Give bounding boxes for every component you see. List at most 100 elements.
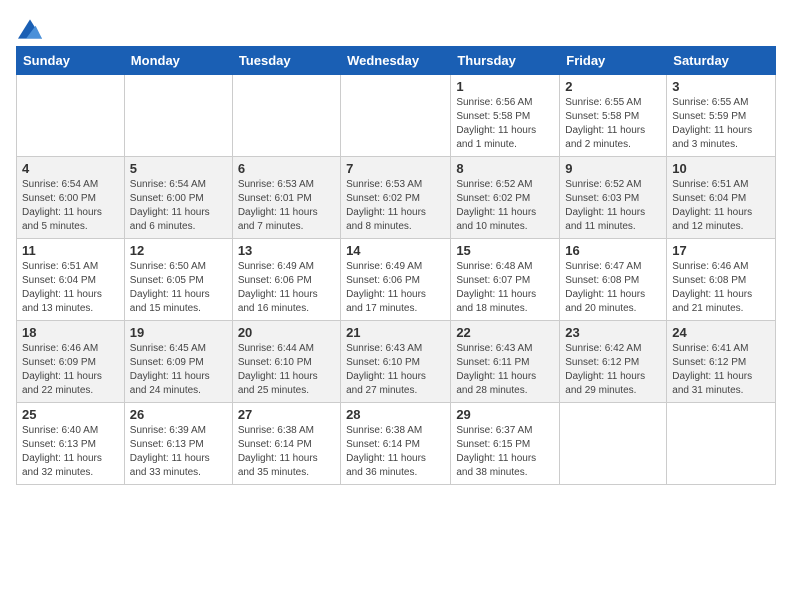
logo	[16, 16, 42, 36]
calendar-cell: 24 Sunrise: 6:41 AM Sunset: 6:12 PM Dayli…	[667, 321, 776, 403]
day-number: 25	[22, 407, 119, 422]
day-info: Sunrise: 6:42 AM Sunset: 6:12 PM Dayligh…	[565, 342, 661, 398]
day-info: Sunrise: 6:49 AM Sunset: 6:06 PM Dayligh…	[346, 260, 445, 316]
calendar-cell: 29Sunrise: 6:37 AM Sunset: 6:15 PM Dayli…	[451, 403, 560, 485]
calendar-cell: 17 Sunrise: 6:46 AM Sunset: 6:08 PM Dayli…	[667, 239, 776, 321]
day-number: 22	[456, 325, 554, 340]
calendar-cell: 15 Sunrise: 6:48 AM Sunset: 6:07 PM Dayli…	[451, 239, 560, 321]
day-number: 16	[565, 243, 661, 258]
calendar-cell: 18 Sunrise: 6:46 AM Sunset: 6:09 PM Dayli…	[17, 321, 125, 403]
day-header-thursday: Thursday	[451, 47, 560, 75]
day-info: Sunrise: 6:38 AM Sunset: 6:14 PM Dayligh…	[238, 424, 335, 480]
day-info: Sunrise: 6:46 AM Sunset: 6:09 PM Dayligh…	[22, 342, 119, 398]
header	[16, 16, 776, 36]
day-number: 21	[346, 325, 445, 340]
calendar-cell	[560, 403, 667, 485]
calendar-cell	[667, 403, 776, 485]
calendar-cell: 4 Sunrise: 6:54 AM Sunset: 6:00 PM Daylig…	[17, 157, 125, 239]
day-info: Sunrise: 6:49 AM Sunset: 6:06 PM Dayligh…	[238, 260, 335, 316]
day-info: Sunrise: 6:48 AM Sunset: 6:07 PM Dayligh…	[456, 260, 554, 316]
day-info: Sunrise: 6:51 AM Sunset: 6:04 PM Dayligh…	[22, 260, 119, 316]
calendar-cell: 22 Sunrise: 6:43 AM Sunset: 6:11 PM Dayli…	[451, 321, 560, 403]
day-header-saturday: Saturday	[667, 47, 776, 75]
calendar-cell: 28Sunrise: 6:38 AM Sunset: 6:14 PM Dayli…	[341, 403, 451, 485]
logo-icon	[18, 19, 42, 39]
day-header-tuesday: Tuesday	[232, 47, 340, 75]
calendar-cell	[232, 75, 340, 157]
calendar-cell: 13 Sunrise: 6:49 AM Sunset: 6:06 PM Dayli…	[232, 239, 340, 321]
day-number: 24	[672, 325, 770, 340]
calendar-cell	[124, 75, 232, 157]
day-header-monday: Monday	[124, 47, 232, 75]
calendar-header-row: SundayMondayTuesdayWednesdayThursdayFrid…	[17, 47, 776, 75]
day-info: Sunrise: 6:53 AM Sunset: 6:01 PM Dayligh…	[238, 178, 335, 234]
day-info: Sunrise: 6:38 AM Sunset: 6:14 PM Dayligh…	[346, 424, 445, 480]
day-info: Sunrise: 6:46 AM Sunset: 6:08 PM Dayligh…	[672, 260, 770, 316]
day-info: Sunrise: 6:55 AM Sunset: 5:59 PM Dayligh…	[672, 96, 770, 152]
day-number: 20	[238, 325, 335, 340]
calendar-cell: 9 Sunrise: 6:52 AM Sunset: 6:03 PM Daylig…	[560, 157, 667, 239]
calendar-cell: 27 Sunrise: 6:38 AM Sunset: 6:14 PM Dayli…	[232, 403, 340, 485]
calendar-table: SundayMondayTuesdayWednesdayThursdayFrid…	[16, 46, 776, 485]
day-number: 5	[130, 161, 227, 176]
calendar-cell: 26 Sunrise: 6:39 AM Sunset: 6:13 PM Dayli…	[124, 403, 232, 485]
day-info: Sunrise: 6:56 AM Sunset: 5:58 PM Dayligh…	[456, 96, 554, 152]
day-header-friday: Friday	[560, 47, 667, 75]
calendar-cell: 23Sunrise: 6:42 AM Sunset: 6:12 PM Dayli…	[560, 321, 667, 403]
calendar-cell: 19 Sunrise: 6:45 AM Sunset: 6:09 PM Dayli…	[124, 321, 232, 403]
day-number: 29	[456, 407, 554, 422]
calendar-week-row: 18 Sunrise: 6:46 AM Sunset: 6:09 PM Dayli…	[17, 321, 776, 403]
day-number: 27	[238, 407, 335, 422]
calendar-cell: 6Sunrise: 6:53 AM Sunset: 6:01 PM Daylig…	[232, 157, 340, 239]
day-number: 13	[238, 243, 335, 258]
day-info: Sunrise: 6:54 AM Sunset: 6:00 PM Dayligh…	[130, 178, 227, 234]
day-number: 7	[346, 161, 445, 176]
calendar-cell: 20 Sunrise: 6:44 AM Sunset: 6:10 PM Dayli…	[232, 321, 340, 403]
day-info: Sunrise: 6:43 AM Sunset: 6:11 PM Dayligh…	[456, 342, 554, 398]
day-number: 10	[672, 161, 770, 176]
day-info: Sunrise: 6:45 AM Sunset: 6:09 PM Dayligh…	[130, 342, 227, 398]
day-info: Sunrise: 6:47 AM Sunset: 6:08 PM Dayligh…	[565, 260, 661, 316]
calendar-cell: 25 Sunrise: 6:40 AM Sunset: 6:13 PM Dayli…	[17, 403, 125, 485]
calendar-week-row: 25 Sunrise: 6:40 AM Sunset: 6:13 PM Dayli…	[17, 403, 776, 485]
calendar-cell: 5 Sunrise: 6:54 AM Sunset: 6:00 PM Daylig…	[124, 157, 232, 239]
calendar-cell	[17, 75, 125, 157]
calendar-cell: 12Sunrise: 6:50 AM Sunset: 6:05 PM Dayli…	[124, 239, 232, 321]
day-info: Sunrise: 6:53 AM Sunset: 6:02 PM Dayligh…	[346, 178, 445, 234]
day-number: 4	[22, 161, 119, 176]
day-info: Sunrise: 6:44 AM Sunset: 6:10 PM Dayligh…	[238, 342, 335, 398]
calendar-cell: 1 Sunrise: 6:56 AM Sunset: 5:58 PM Daylig…	[451, 75, 560, 157]
day-number: 18	[22, 325, 119, 340]
day-info: Sunrise: 6:43 AM Sunset: 6:10 PM Dayligh…	[346, 342, 445, 398]
day-info: Sunrise: 6:52 AM Sunset: 6:02 PM Dayligh…	[456, 178, 554, 234]
calendar-cell: 3 Sunrise: 6:55 AM Sunset: 5:59 PM Daylig…	[667, 75, 776, 157]
day-info: Sunrise: 6:40 AM Sunset: 6:13 PM Dayligh…	[22, 424, 119, 480]
day-number: 9	[565, 161, 661, 176]
day-number: 17	[672, 243, 770, 258]
calendar-cell: 10 Sunrise: 6:51 AM Sunset: 6:04 PM Dayli…	[667, 157, 776, 239]
day-info: Sunrise: 6:54 AM Sunset: 6:00 PM Dayligh…	[22, 178, 119, 234]
calendar-cell: 11 Sunrise: 6:51 AM Sunset: 6:04 PM Dayli…	[17, 239, 125, 321]
day-number: 14	[346, 243, 445, 258]
day-number: 8	[456, 161, 554, 176]
day-number: 11	[22, 243, 119, 258]
day-number: 19	[130, 325, 227, 340]
day-number: 15	[456, 243, 554, 258]
day-info: Sunrise: 6:50 AM Sunset: 6:05 PM Dayligh…	[130, 260, 227, 316]
day-number: 26	[130, 407, 227, 422]
calendar-week-row: 11 Sunrise: 6:51 AM Sunset: 6:04 PM Dayli…	[17, 239, 776, 321]
day-info: Sunrise: 6:52 AM Sunset: 6:03 PM Dayligh…	[565, 178, 661, 234]
day-info: Sunrise: 6:39 AM Sunset: 6:13 PM Dayligh…	[130, 424, 227, 480]
calendar-cell: 16 Sunrise: 6:47 AM Sunset: 6:08 PM Dayli…	[560, 239, 667, 321]
day-header-wednesday: Wednesday	[341, 47, 451, 75]
day-number: 1	[456, 79, 554, 94]
day-info: Sunrise: 6:41 AM Sunset: 6:12 PM Dayligh…	[672, 342, 770, 398]
calendar-cell: 7 Sunrise: 6:53 AM Sunset: 6:02 PM Daylig…	[341, 157, 451, 239]
calendar-cell: 8 Sunrise: 6:52 AM Sunset: 6:02 PM Daylig…	[451, 157, 560, 239]
calendar-cell: 14 Sunrise: 6:49 AM Sunset: 6:06 PM Dayli…	[341, 239, 451, 321]
day-info: Sunrise: 6:51 AM Sunset: 6:04 PM Dayligh…	[672, 178, 770, 234]
day-number: 3	[672, 79, 770, 94]
day-header-sunday: Sunday	[17, 47, 125, 75]
calendar-cell: 2Sunrise: 6:55 AM Sunset: 5:58 PM Daylig…	[560, 75, 667, 157]
calendar-cell	[341, 75, 451, 157]
